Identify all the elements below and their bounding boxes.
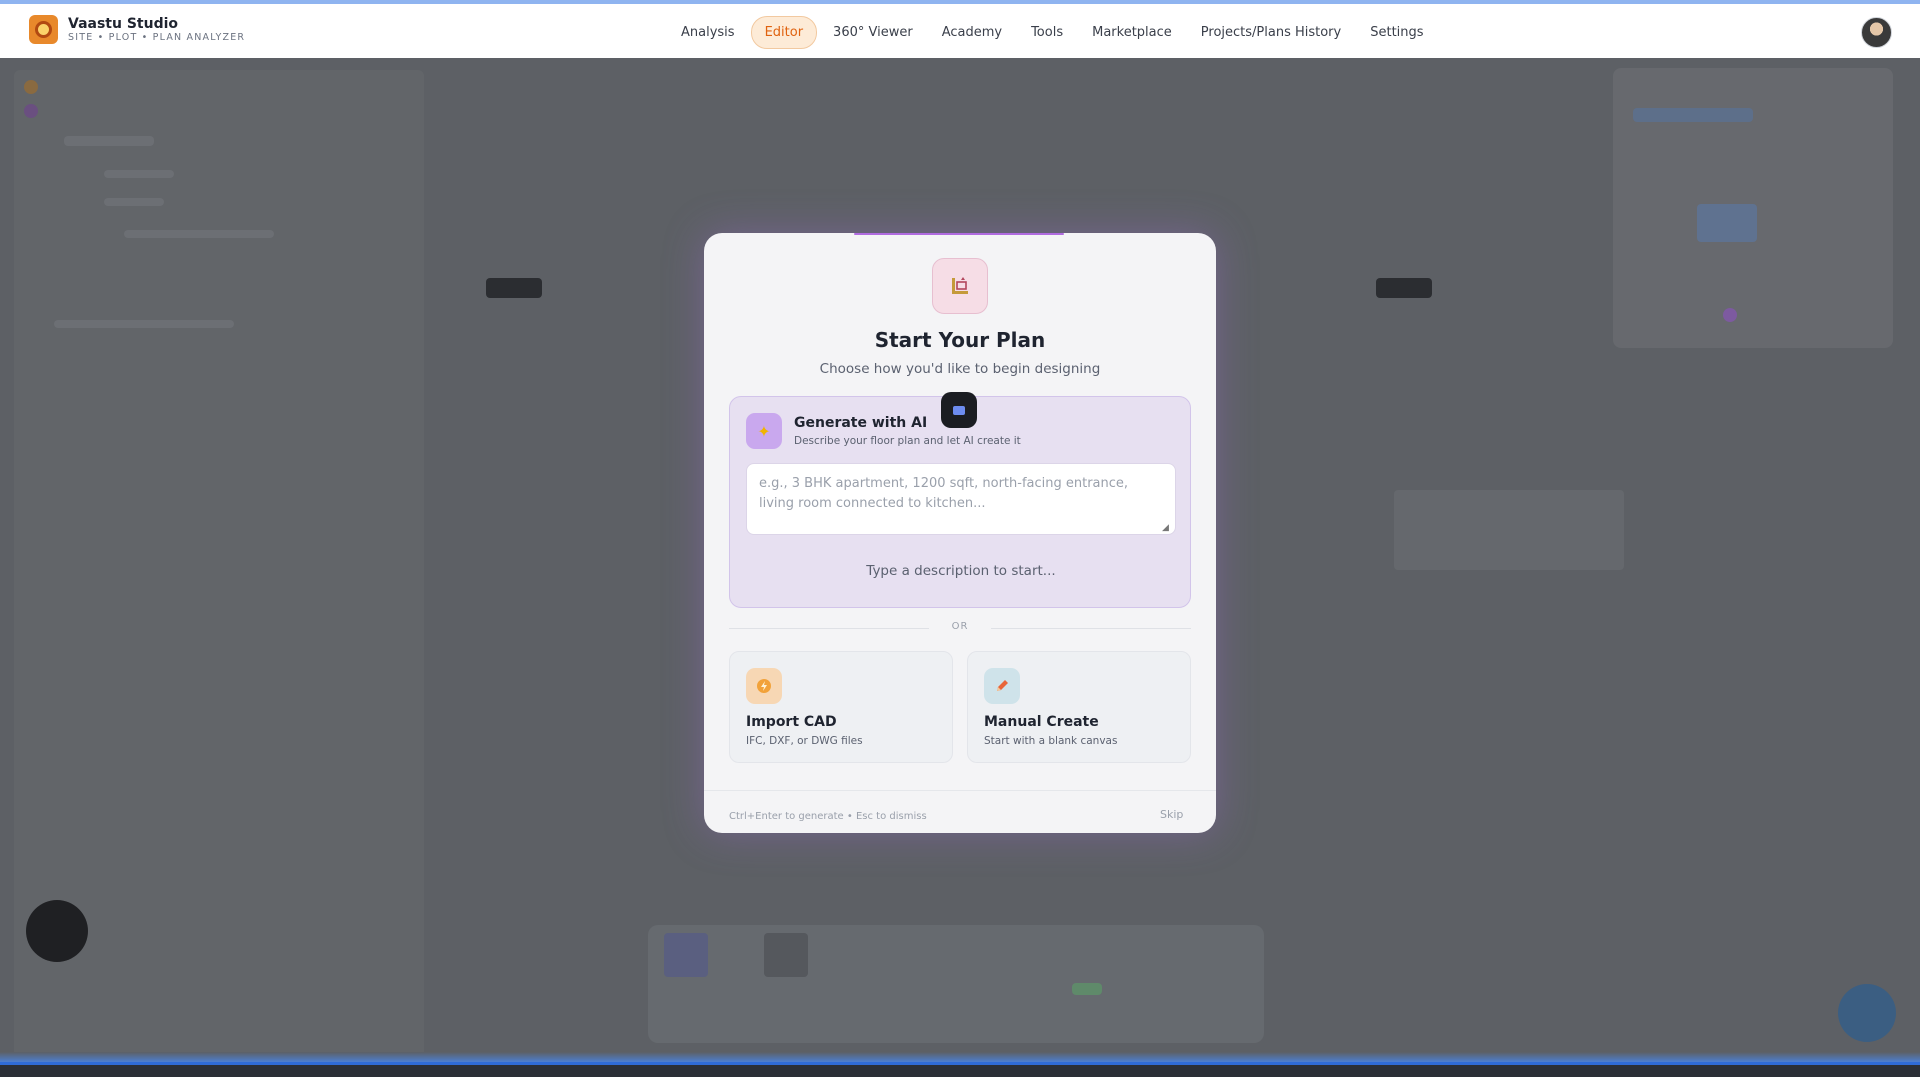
ghost-line	[104, 170, 174, 178]
modal-footer: Ctrl+Enter to generate • Esc to dismiss …	[704, 790, 1216, 833]
ghost-line	[104, 198, 164, 206]
right-panel-backdrop	[1613, 68, 1893, 348]
ghost-dot	[24, 80, 38, 94]
ghost-line	[54, 320, 234, 328]
floor-plan-icon	[932, 258, 988, 314]
nav-item-tools[interactable]: Tools	[1018, 17, 1076, 48]
ghost-avatar	[26, 900, 88, 962]
or-divider: OR	[729, 621, 1191, 635]
ghost-line	[1633, 108, 1753, 122]
or-label: OR	[951, 621, 969, 632]
bottom-status-strip	[0, 1062, 1920, 1077]
manual-create-description: Start with a blank canvas	[984, 735, 1118, 747]
ghost-label	[1376, 278, 1432, 298]
plan-description-input[interactable]	[746, 463, 1176, 535]
top-navigation-bar: Vaastu Studio SITE • PLOT • PLAN ANALYZE…	[0, 0, 1920, 58]
resize-handle-icon[interactable]: ◢	[1162, 523, 1169, 533]
manual-create-card[interactable]: Manual Create Start with a blank canvas	[967, 651, 1191, 763]
modal-title: Start Your Plan	[874, 328, 1046, 352]
nav-item-marketplace[interactable]: Marketplace	[1079, 17, 1185, 48]
nav-item-projects-history[interactable]: Projects/Plans History	[1188, 17, 1354, 48]
modal-accent-line	[854, 233, 1064, 235]
vaastu-logo-icon	[29, 15, 58, 44]
nav-item-analysis[interactable]: Analysis	[668, 17, 748, 48]
nav-item-academy[interactable]: Academy	[929, 17, 1015, 48]
ghost-dot	[24, 104, 38, 118]
keyboard-shortcut-hint: Ctrl+Enter to generate • Esc to dismiss	[729, 811, 927, 822]
ai-card-description: Describe your floor plan and let AI crea…	[794, 435, 1021, 447]
import-cad-card[interactable]: Import CAD IFC, DXF, or DWG files	[729, 651, 953, 763]
skip-button[interactable]: Skip	[1160, 808, 1183, 821]
ai-card-title: Generate with AI	[794, 415, 928, 431]
help-fab-backdrop	[1838, 984, 1896, 1042]
app-subtitle: SITE • PLOT • PLAN ANALYZER	[68, 31, 246, 43]
ghost-tool	[764, 933, 808, 977]
ghost-block	[1697, 204, 1757, 242]
generate-button[interactable]: Type a description to start...	[730, 563, 1192, 579]
bottom-toolbar-backdrop	[648, 925, 1264, 1043]
ghost-dot	[1723, 308, 1737, 322]
ghost-label	[486, 278, 542, 298]
bottom-glow	[0, 1052, 1920, 1062]
lightning-icon	[746, 668, 782, 704]
nav-item-settings[interactable]: Settings	[1357, 17, 1436, 48]
ghost-line	[124, 230, 274, 238]
nav-item-360-viewer[interactable]: 360° Viewer	[820, 17, 926, 48]
user-avatar[interactable]	[1861, 17, 1892, 48]
modal-subtitle: Choose how you'd like to begin designing	[819, 361, 1101, 377]
start-plan-modal: Start Your Plan Choose how you'd like to…	[704, 233, 1216, 833]
ghost-tool	[1072, 983, 1102, 995]
sparkle-icon: ✦	[746, 413, 782, 449]
ghost-tool	[664, 933, 708, 977]
ghost-line	[64, 136, 154, 146]
app-name: Vaastu Studio	[68, 15, 179, 32]
brand[interactable]: Vaastu Studio SITE • PLOT • PLAN ANALYZE…	[29, 15, 245, 44]
main-nav: Analysis Editor 360° Viewer Academy Tool…	[668, 16, 1440, 49]
import-cad-description: IFC, DXF, or DWG files	[746, 735, 863, 747]
import-cad-title: Import CAD	[746, 714, 837, 730]
ghost-tooltip	[1394, 490, 1624, 570]
nav-item-editor[interactable]: Editor	[750, 16, 818, 49]
pencil-icon	[984, 668, 1020, 704]
screen-icon[interactable]	[941, 392, 977, 428]
manual-create-title: Manual Create	[984, 714, 1099, 730]
